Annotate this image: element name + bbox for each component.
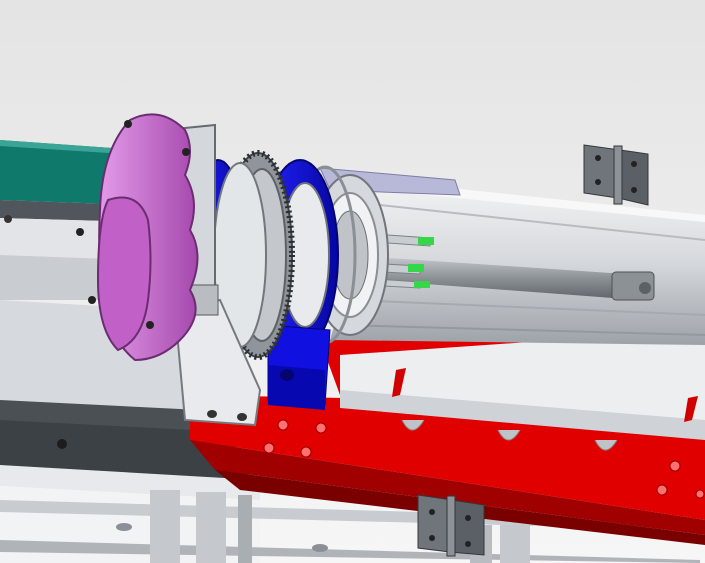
- cad-scene: [0, 0, 705, 563]
- hinge-icon: [417, 494, 485, 557]
